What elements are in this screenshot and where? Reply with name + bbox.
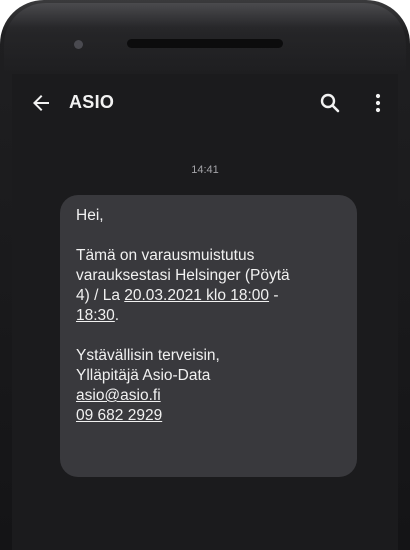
message-text: . [114,307,120,324]
message-text: 4) / La [76,287,125,304]
message-line: 4) / La 20.03.2021 klo 18:00 - [76,286,341,306]
phone-link[interactable]: 09 682 2929 [76,407,162,424]
end-time-link[interactable]: 18:30 [76,307,115,324]
phone-frame: ASIO 14:41 Hei, Tämä on varausmuistutus … [0,0,410,550]
message-signature: Ylläpitäjä Asio-Data [76,367,211,384]
message-text: - [269,287,279,304]
arrow-back-icon[interactable] [29,91,53,115]
email-link[interactable]: asio@asio.fi [76,387,161,404]
bezel-highlight [4,3,406,73]
message-closing: Ystävällisin terveisin, [76,347,220,364]
earpiece-speaker [127,39,283,48]
message-timestamp: 14:41 [191,164,219,176]
message-greeting: Hei, [76,207,104,224]
datetime-link[interactable]: 20.03.2021 klo 18:00 [124,287,269,304]
message-bubble[interactable]: Hei, Tämä on varausmuistutus varauksesta… [60,195,357,477]
front-camera [74,40,83,49]
message-line: Tämä on varausmuistutus [76,247,255,264]
search-icon[interactable] [318,91,342,115]
message-line: 18:30. [76,306,341,326]
messaging-screen: ASIO 14:41 Hei, Tämä on varausmuistutus … [12,74,398,550]
message-line: varauksestasi Helsinger (Pöytä [76,267,290,284]
app-bar: ASIO [12,74,398,132]
conversation-title: ASIO [69,92,115,112]
more-vert-icon[interactable] [366,91,390,115]
